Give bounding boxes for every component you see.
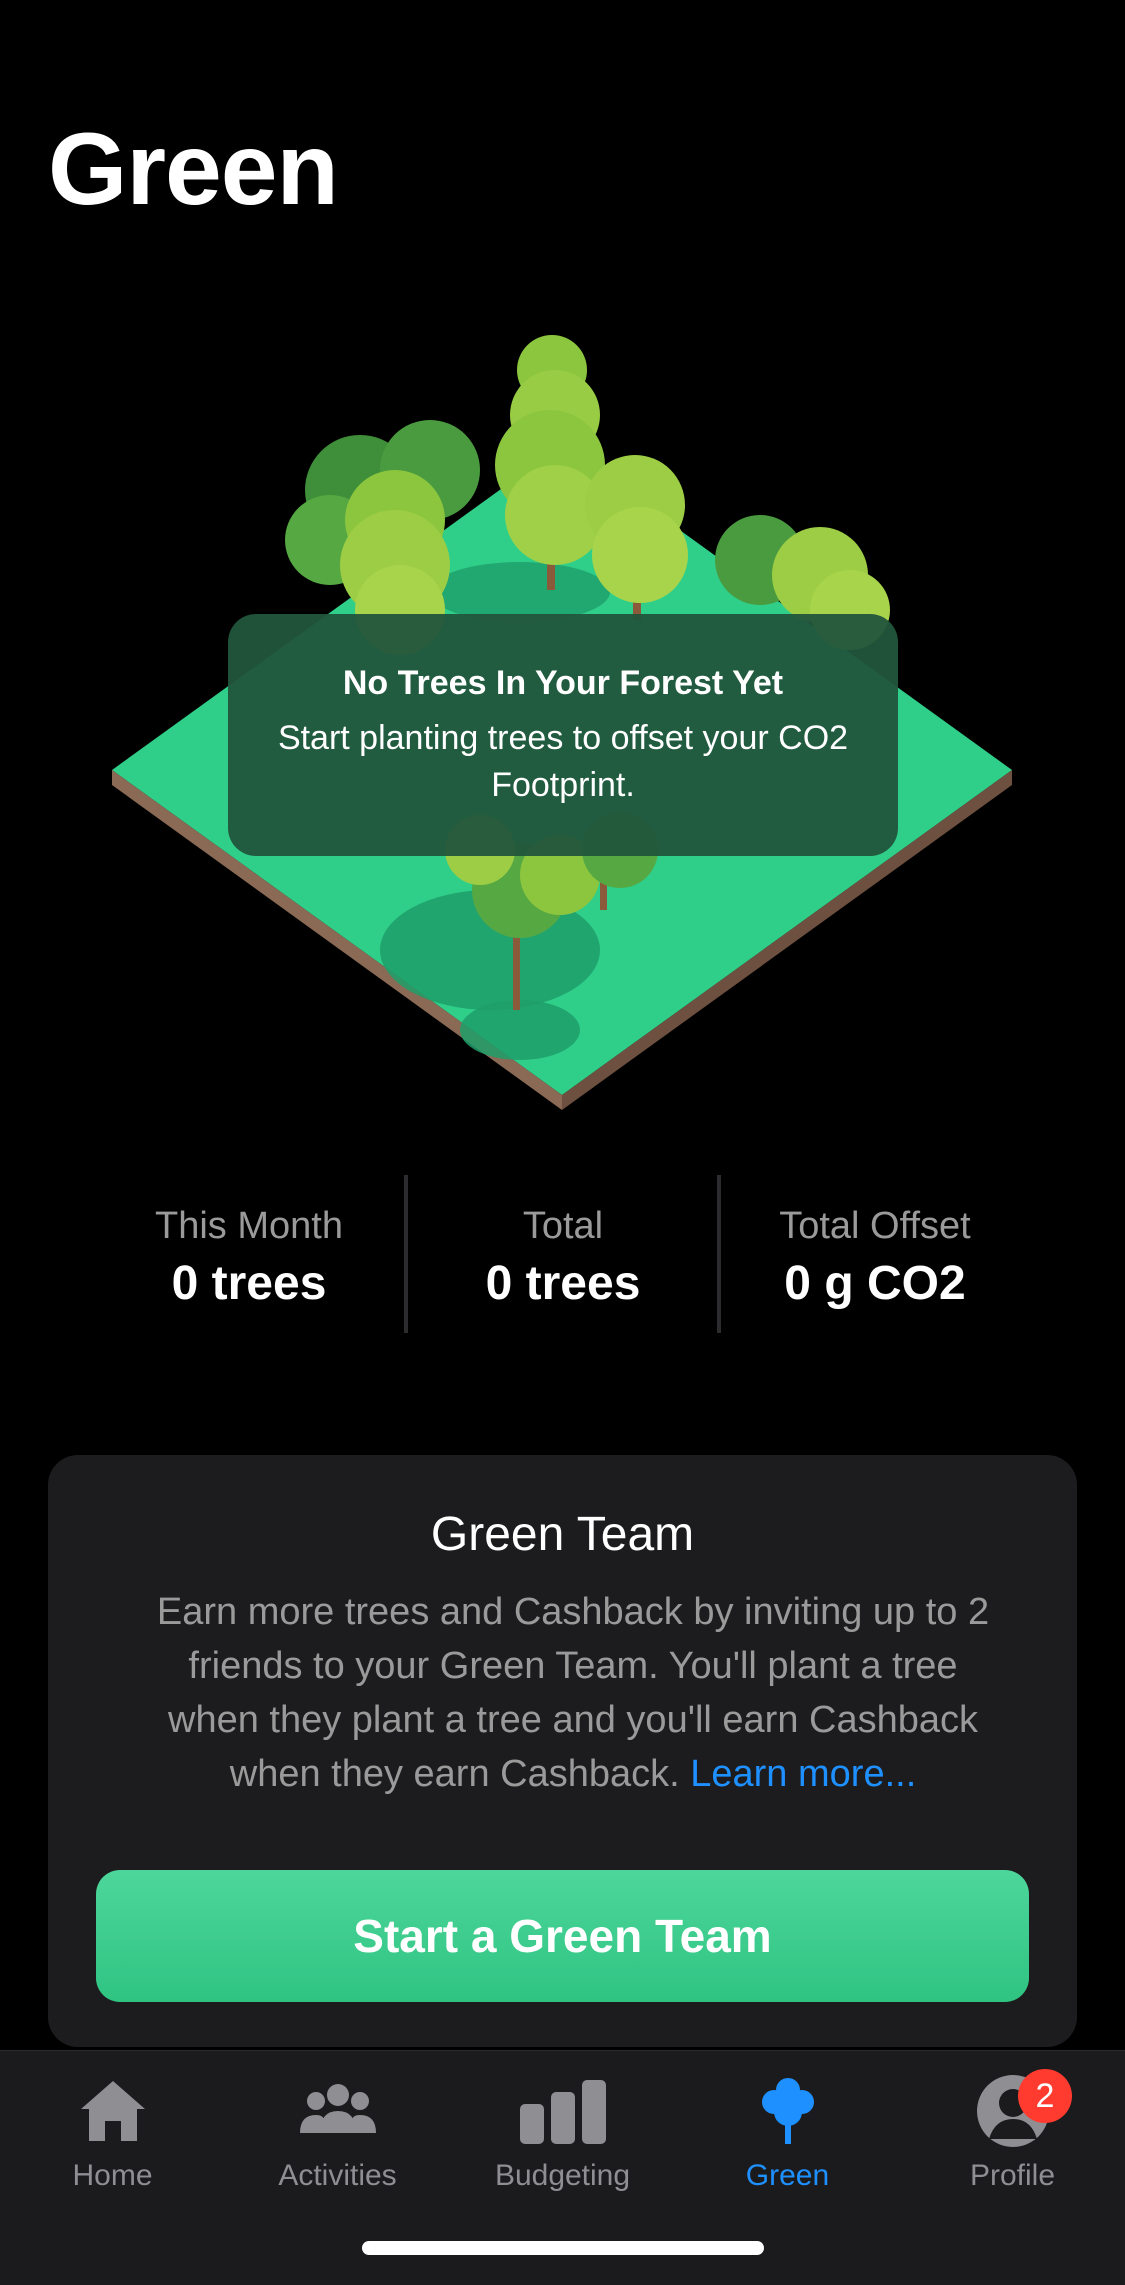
learn-more-link[interactable]: Learn more...	[690, 1753, 916, 1795]
tab-activities[interactable]: Activities	[225, 2071, 450, 2193]
stat-divider	[404, 1175, 408, 1333]
notification-badge: 2	[1018, 2069, 1072, 2123]
tab-label: Green	[745, 2159, 830, 2192]
tab-label: Home	[72, 2159, 153, 2192]
empty-forest-tooltip: No Trees In Your Forest Yet Start planti…	[228, 614, 898, 856]
stat-this-month: This Month 0 trees	[104, 1205, 394, 1311]
tab-budgeting[interactable]: Budgeting	[450, 2071, 675, 2193]
avatar-icon: 2	[900, 2069, 1125, 2151]
stat-total-offset: Total Offset 0 g CO2	[730, 1205, 1020, 1311]
tree-icon	[675, 2071, 900, 2151]
stat-label: Total Offset	[779, 1205, 971, 1247]
tab-label: Budgeting	[494, 2159, 631, 2192]
start-green-team-button[interactable]: Start a Green Team	[96, 1870, 1029, 2002]
tooltip-title: No Trees In Your Forest Yet	[342, 664, 784, 702]
tab-profile[interactable]: 2 Profile	[900, 2069, 1125, 2193]
stat-total: Total 0 trees	[418, 1205, 708, 1311]
stat-value: 0 g CO2	[784, 1257, 966, 1310]
tab-home[interactable]: Home	[0, 2071, 225, 2193]
tab-label: Activities	[278, 2159, 397, 2192]
green-team-card: Green Team Earn more trees and Cashback …	[48, 1455, 1077, 2047]
tab-green[interactable]: Green	[675, 2071, 900, 2193]
stat-divider	[717, 1175, 721, 1333]
tooltip-body: Start planting trees to offset your CO2 …	[277, 719, 849, 804]
stat-value: 0 trees	[171, 1257, 327, 1310]
stat-label: This Month	[155, 1205, 343, 1247]
tab-label: Profile	[969, 2159, 1056, 2192]
stat-label: Total	[522, 1205, 604, 1247]
home-indicator[interactable]	[362, 2241, 764, 2255]
stat-value: 0 trees	[485, 1257, 641, 1310]
green-team-title: Green Team	[430, 1508, 695, 1561]
forest-stats: This Month 0 trees Total 0 trees Total O…	[0, 1175, 1125, 1335]
green-team-description: Earn more trees and Cashback by inviting…	[138, 1585, 1008, 1801]
home-icon	[0, 2071, 225, 2151]
page-title: Green	[48, 112, 339, 226]
bar-chart-icon	[450, 2071, 675, 2151]
people-icon	[225, 2071, 450, 2151]
